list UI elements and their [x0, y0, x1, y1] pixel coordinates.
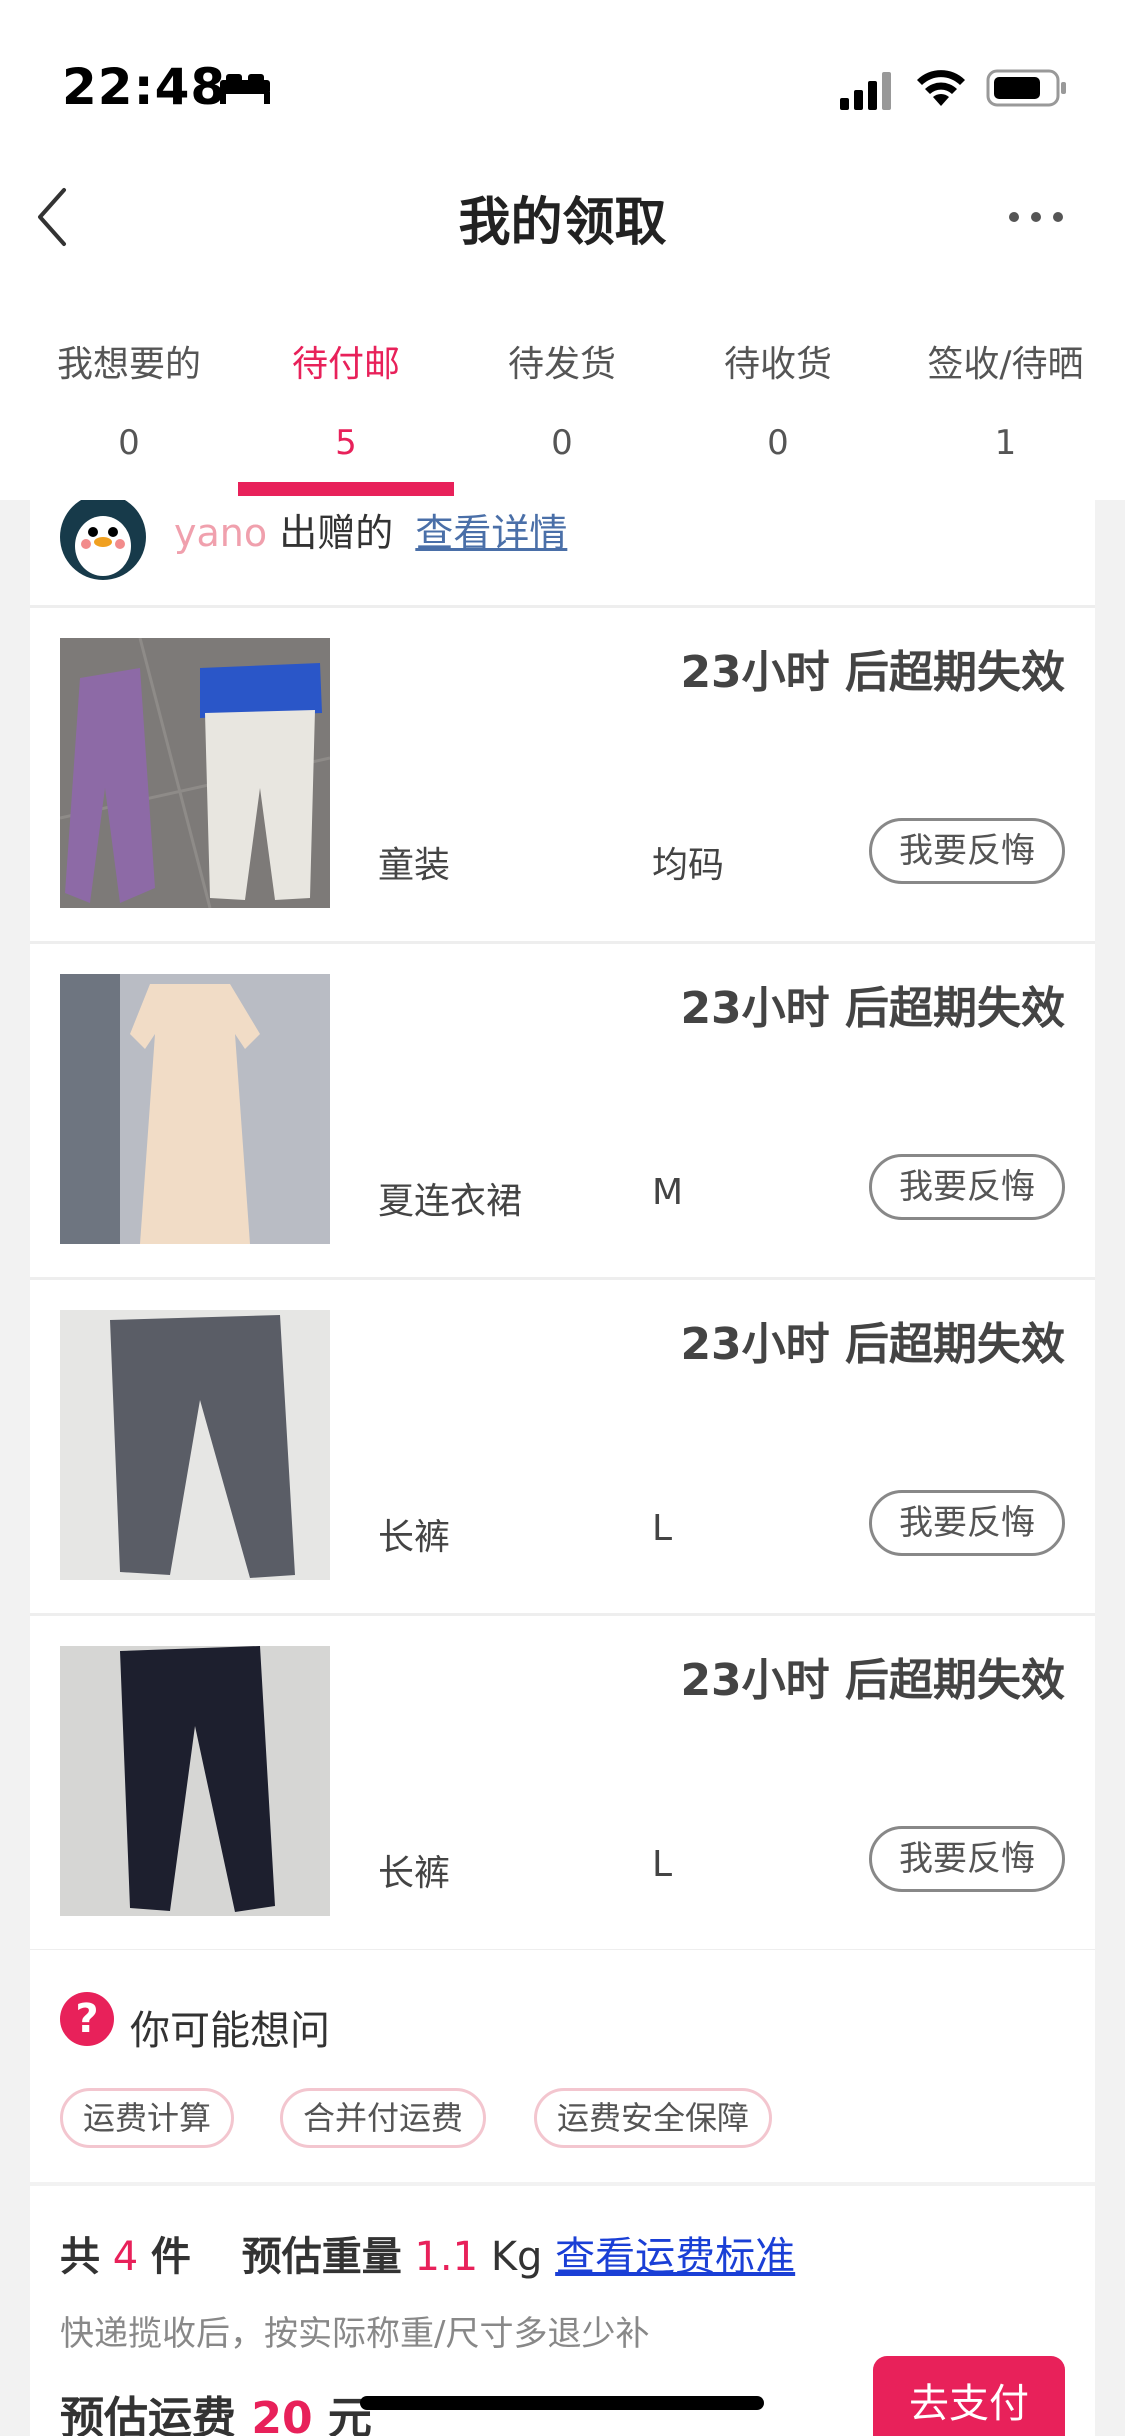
faq-title: 你可能想问	[130, 2008, 330, 2054]
tab-active-indicator	[238, 482, 454, 496]
fee-value: 20	[251, 2393, 313, 2436]
tab-count: 0	[551, 423, 573, 463]
tab-pending-postage[interactable]: 待付邮 5	[238, 280, 454, 500]
item-size: L	[652, 1844, 673, 1885]
weight-value: 1.1	[414, 2234, 479, 2280]
signal-icon	[840, 72, 891, 110]
item-size: 均码	[652, 845, 725, 886]
tab-label: 待付邮	[291, 344, 400, 385]
tab-label: 待发货	[507, 344, 616, 385]
item-expire-text: 23小时 后超期失效	[680, 983, 1065, 1034]
bed-icon	[220, 74, 270, 104]
tab-count: 1	[994, 423, 1017, 463]
tab-label: 签收/待晒	[927, 344, 1084, 385]
fee-label: 预估运费	[60, 2393, 236, 2436]
item-name: 长裤	[378, 1853, 451, 1894]
faq-tag-postage-security[interactable]: 运费安全保障	[534, 2088, 773, 2148]
tab-label: 我想要的	[56, 344, 201, 385]
item-name: 长裤	[378, 1517, 451, 1558]
weight-unit: Kg	[490, 2234, 543, 2280]
summary-line: 共 4 件 预估重量 1.1 Kg 查看运费标准	[60, 2224, 795, 2282]
faq-section: ? 你可能想问 运费计算 合并付运费 运费安全保障	[30, 1950, 1095, 2182]
regret-button[interactable]: 我要反悔	[869, 818, 1065, 884]
list-item: 23小时 后超期失效 长裤 L 我要反悔	[30, 1616, 1095, 1949]
status-time: 22:48	[62, 58, 227, 116]
item-expire-text: 23小时 后超期失效	[680, 1655, 1065, 1706]
tab-count: 5	[335, 423, 357, 463]
battery-icon	[986, 69, 1066, 107]
item-image[interactable]	[60, 638, 330, 908]
item-name: 夏连衣裙	[378, 1181, 523, 1222]
tab-bar: 我想要的 0 待付邮 5 待发货 0 待收货 0 签收/待晒 1	[0, 280, 1125, 500]
giver-info: yano 出赠的 查看详情	[174, 502, 567, 557]
regret-button[interactable]: 我要反悔	[869, 1490, 1065, 1556]
regret-button[interactable]: 我要反悔	[869, 1826, 1065, 1892]
shipping-standard-link[interactable]: 查看运费标准	[555, 2234, 795, 2280]
item-image[interactable]	[60, 1646, 330, 1916]
tab-count: 0	[767, 423, 789, 463]
item-size: M	[652, 1172, 684, 1213]
list-item: 23小时 后超期失效 童装 均码 我要反悔	[30, 608, 1095, 941]
total-prefix: 共	[60, 2234, 100, 2280]
regret-button[interactable]: 我要反悔	[869, 1154, 1065, 1220]
status-bar: 22:48	[0, 0, 1125, 150]
item-size: L	[652, 1508, 673, 1549]
tab-signed[interactable]: 签收/待晒 1	[886, 280, 1125, 500]
tab-want[interactable]: 我想要的 0	[0, 280, 258, 500]
faq-tag-shipping-calc[interactable]: 运费计算	[60, 2088, 235, 2148]
summary-note: 快递揽收后，按实际称重/尺寸多退少补	[60, 2314, 650, 2354]
tab-pending-receive[interactable]: 待收货 0	[670, 280, 886, 500]
tab-count: 0	[118, 423, 140, 463]
item-name: 童装	[378, 845, 451, 886]
total-unit: 件	[150, 2234, 191, 2280]
nav-bar: 我的领取	[0, 150, 1125, 280]
question-icon: ?	[60, 1992, 114, 2046]
giver-name[interactable]: yano	[174, 511, 267, 555]
tab-label: 待收货	[723, 344, 832, 385]
estimated-fee: 预估运费 20 元	[60, 2382, 372, 2436]
giver-row: yano 出赠的 查看详情	[30, 500, 1095, 605]
faq-tag-merge-postage[interactable]: 合并付运费	[280, 2088, 487, 2148]
pay-button[interactable]: 去支付	[873, 2356, 1065, 2436]
avatar[interactable]	[60, 500, 146, 580]
item-image[interactable]	[60, 1310, 330, 1580]
list-item: 23小时 后超期失效 夏连衣裙 M 我要反悔	[30, 944, 1095, 1277]
weight-label: 预估重量	[241, 2234, 402, 2280]
more-icon[interactable]	[1006, 202, 1066, 232]
total-count: 4	[112, 2234, 139, 2280]
giver-text: 出赠的	[279, 511, 394, 555]
view-details-link[interactable]: 查看详情	[415, 511, 567, 555]
item-image[interactable]	[60, 974, 330, 1244]
page-title: 我的领取	[458, 193, 667, 253]
tab-pending-ship[interactable]: 待发货 0	[454, 280, 670, 500]
home-indicator	[360, 2396, 764, 2410]
list-item: 23小时 后超期失效 长裤 L 我要反悔	[30, 1280, 1095, 1613]
item-expire-text: 23小时 后超期失效	[680, 647, 1065, 698]
item-expire-text: 23小时 后超期失效	[680, 1319, 1065, 1370]
wifi-icon	[917, 70, 965, 106]
